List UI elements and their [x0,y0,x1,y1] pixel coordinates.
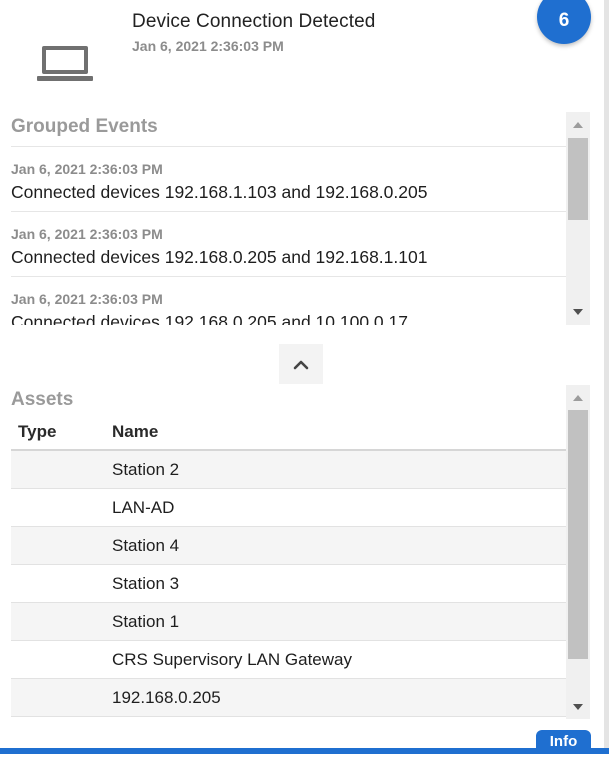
assets-table: Type Name Station 2 LAN-AD Station 4 Statio… [11,414,566,718]
event-item-description: Connected devices 192.168.0.205 and 10.1… [11,312,408,325]
scroll-up-arrow-icon[interactable] [566,115,590,135]
column-header-name[interactable]: Name [112,422,566,442]
info-tab[interactable]: Info [536,730,591,752]
grouped-events-list[interactable]: Jan 6, 2021 2:36:03 PM Connected devices … [11,146,566,325]
event-item-time: Jan 6, 2021 2:36:03 PM [11,291,163,307]
event-list-item[interactable]: Jan 6, 2021 2:36:03 PM Connected devices … [11,146,566,211]
event-item-description: Connected devices 192.168.0.205 and 192.… [11,247,428,267]
asset-row[interactable]: LAN-AD [11,489,566,527]
asset-name-cell: Station 4 [112,535,180,555]
column-header-type[interactable]: Type [11,422,112,442]
asset-name-cell: Station 3 [112,573,180,593]
asset-row[interactable]: Station 2 [11,451,566,489]
asset-name-cell: Station 2 [112,459,180,479]
asset-row[interactable]: 192.168.0.205 [11,679,566,717]
event-list-item[interactable]: Jan 6, 2021 2:36:03 PM Connected devices … [11,276,566,325]
panel-right-edge [604,0,609,748]
asset-row[interactable]: Station 1 [11,603,566,641]
scroll-down-arrow-icon[interactable] [566,697,590,717]
asset-row[interactable]: CRS Supervisory LAN Gateway [11,641,566,679]
grouped-events-title: Grouped Events [11,116,158,137]
bottom-accent-bar [0,748,609,754]
event-item-time: Jan 6, 2021 2:36:03 PM [11,161,163,177]
event-timestamp: Jan 6, 2021 2:36:03 PM [132,38,284,54]
asset-name-cell: 192.168.0.205 [112,687,221,707]
asset-name-cell: LAN-AD [112,497,175,517]
event-count-badge[interactable]: 6 [537,0,591,44]
assets-scroll-thumb[interactable] [568,410,588,659]
asset-row[interactable]: Station 4 [11,527,566,565]
asset-row[interactable]: Station 3 [11,565,566,603]
event-list-item[interactable]: Jan 6, 2021 2:36:03 PM Connected devices … [11,211,566,276]
event-title: Device Connection Detected [132,11,376,32]
laptop-icon [37,46,93,81]
chevron-up-icon [293,360,309,370]
collapse-button[interactable] [279,344,323,384]
asset-name-cell: Station 1 [112,611,180,631]
grouped-events-scrollbar[interactable] [566,112,590,325]
asset-name-cell: CRS Supervisory LAN Gateway [112,649,352,669]
event-item-time: Jan 6, 2021 2:36:03 PM [11,226,163,242]
grouped-events-scroll-thumb[interactable] [568,138,588,220]
event-item-description: Connected devices 192.168.1.103 and 192.… [11,182,428,202]
assets-scrollbar[interactable] [566,385,590,719]
assets-title: Assets [11,389,74,410]
scroll-up-arrow-icon[interactable] [566,388,590,408]
scroll-down-arrow-icon[interactable] [566,302,590,322]
assets-table-header: Type Name [11,414,566,451]
